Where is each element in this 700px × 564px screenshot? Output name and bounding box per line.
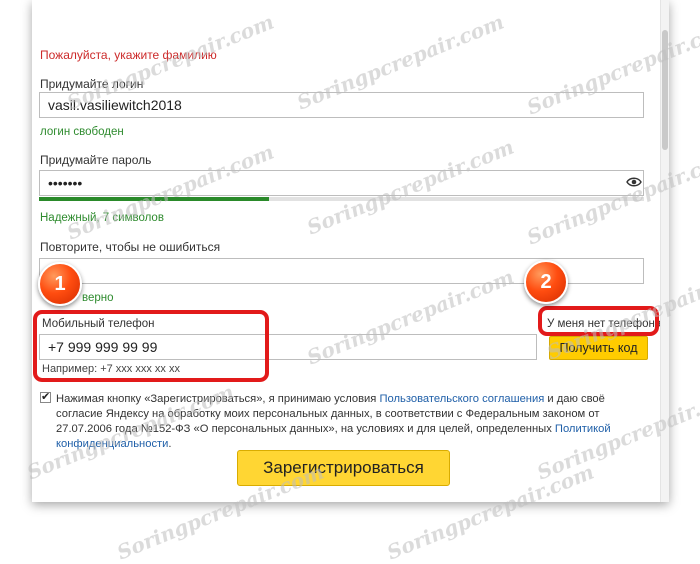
step-marker-2: 2: [524, 260, 568, 304]
password-label: Придумайте пароль: [40, 153, 152, 167]
password-strength-bar: [39, 197, 644, 201]
phone-highlight-box: [33, 310, 269, 382]
login-input[interactable]: [39, 92, 644, 118]
no-phone-highlight-box: [538, 306, 659, 336]
step-marker-1: 1: [38, 262, 82, 306]
scrollbar-thumb[interactable]: [662, 30, 668, 150]
get-code-button[interactable]: Получить код: [549, 336, 648, 360]
agreement-text-part3: .: [168, 438, 172, 450]
surname-error: Пожалуйста, укажите фамилию: [40, 48, 217, 62]
password-strength-text: Надежный, 7 символов: [40, 212, 164, 224]
agreement-text: Нажимая кнопку «Зарегистрироваться», я п…: [56, 392, 646, 452]
checkmark-icon: ✔: [41, 391, 51, 403]
repeat-password-status: верно: [82, 292, 114, 304]
eye-icon[interactable]: [626, 175, 642, 189]
password-strength-fill: [39, 197, 269, 201]
registration-form-panel: Пожалуйста, укажите фамилию Придумайте л…: [32, 0, 669, 502]
login-label: Придумайте логин: [40, 77, 144, 91]
agreement-text-part1: Нажимая кнопку «Зарегистрироваться», я п…: [56, 393, 380, 405]
scrollbar[interactable]: [660, 0, 669, 502]
register-button[interactable]: Зарегистрироваться: [237, 450, 450, 486]
agreement-checkbox[interactable]: ✔: [40, 392, 51, 403]
user-agreement-link[interactable]: Пользовательского соглашения: [379, 393, 544, 405]
password-input[interactable]: [39, 170, 644, 196]
login-status: логин свободен: [40, 126, 124, 138]
repeat-password-label: Повторите, чтобы не ошибиться: [40, 240, 221, 254]
